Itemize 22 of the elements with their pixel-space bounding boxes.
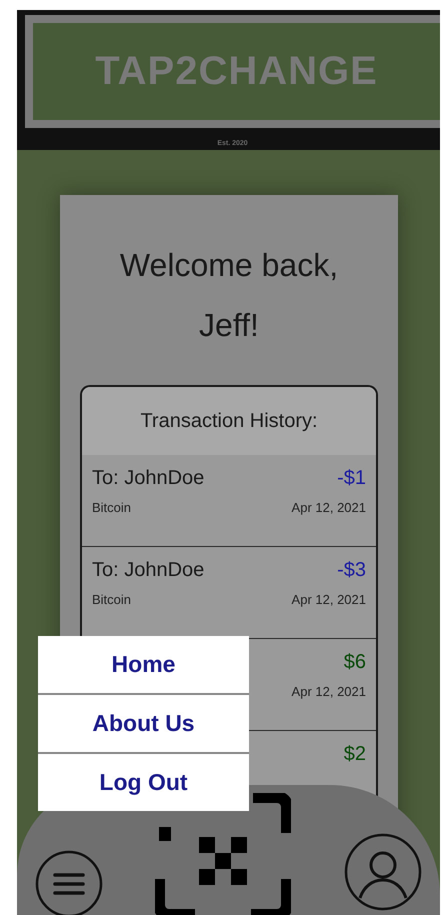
menu-icon[interactable] (35, 850, 103, 915)
recipient-text: To: JohnDoe (92, 559, 204, 582)
currency-text: Bitcoin (92, 500, 132, 515)
history-title: Transaction History: (140, 410, 318, 432)
scan-icon[interactable] (155, 793, 291, 915)
menu-item[interactable]: Home (38, 636, 249, 693)
recipient-text: To: JohnDoe (92, 467, 204, 490)
amount-text: $2 (344, 743, 366, 766)
menu-item[interactable]: About Us (38, 695, 249, 752)
logo-text: TAP2CHANGE (95, 49, 378, 94)
transaction-row[interactable]: To: JohnDoe -$1 Bitcoin Apr 12, 2021 (82, 455, 376, 547)
currency-text: Bitcoin (92, 592, 132, 607)
profile-icon[interactable] (343, 832, 423, 912)
date-text: Apr 12, 2021 (292, 684, 366, 699)
welcome-text: Welcome back, (120, 246, 338, 285)
date-text: Apr 12, 2021 (292, 592, 366, 607)
amount-text: $6 (344, 651, 366, 674)
amount-text: -$3 (337, 559, 366, 582)
welcome-text: Jeff! (199, 306, 259, 345)
date-text: Apr 12, 2021 (292, 500, 366, 515)
amount-text: -$1 (337, 467, 366, 490)
menu-item[interactable]: Log Out (38, 754, 249, 811)
